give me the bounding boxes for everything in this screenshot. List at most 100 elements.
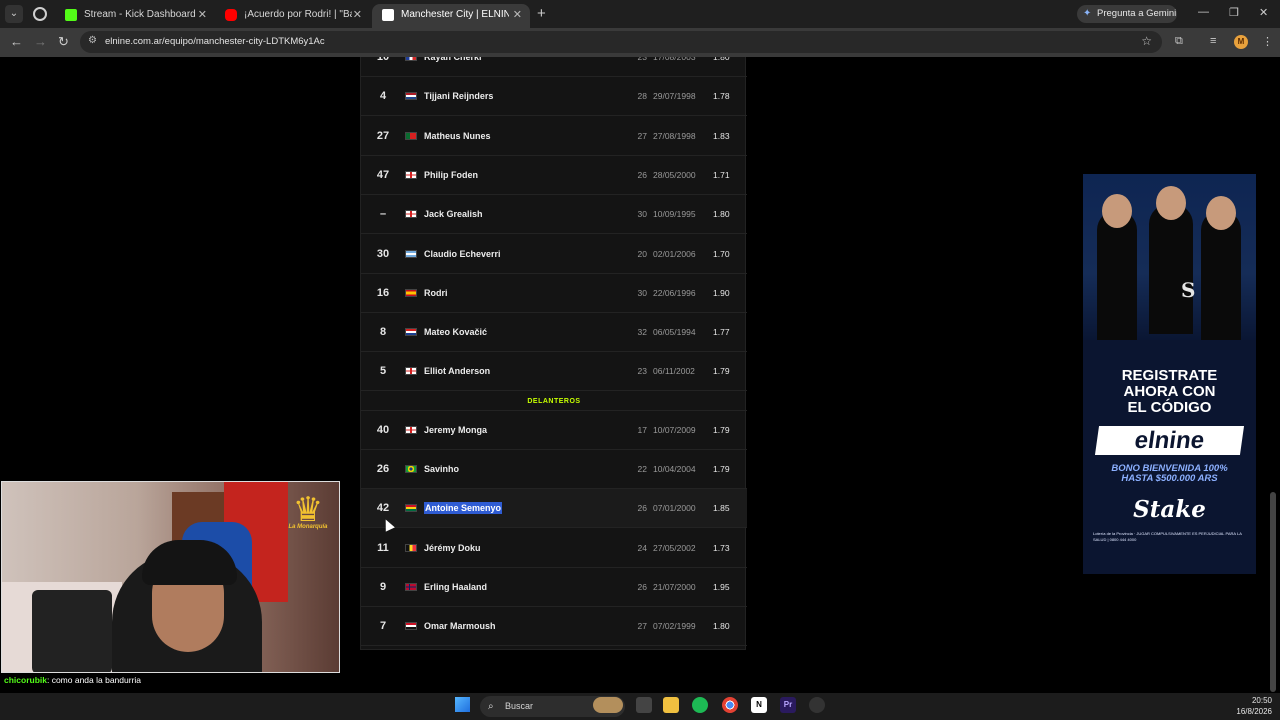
close-tab-icon[interactable]: ✕ <box>198 8 207 21</box>
player-row[interactable]: 10 Rayan Cherki 23 17/08/2003 1.80 <box>361 57 747 77</box>
player-birth-date: 07/01/2000 <box>653 503 696 514</box>
ad-legal-footer: Lotería de la Provincia · JUGAR COMPULSI… <box>1093 531 1242 542</box>
player-name-link[interactable]: Matheus Nunes <box>424 117 491 156</box>
back-arrow-icon[interactable]: ← <box>10 34 23 49</box>
tab-youtube-rodri[interactable]: ¡Acuerdo por Rodri! | "Barça ya ✕ <box>215 4 370 28</box>
country-flag-icon <box>405 249 417 258</box>
player-name-link[interactable]: Antoine Semenyo <box>424 502 503 515</box>
spotify-icon[interactable] <box>692 697 708 713</box>
player-name-link[interactable]: Rodri <box>424 274 448 313</box>
player-row[interactable]: 42 Antoine Semenyo 26 07/01/2000 1.85 <box>361 489 747 529</box>
country-flag-icon <box>405 328 417 337</box>
player-row[interactable]: 30 Claudio Echeverri 20 02/01/2006 1.70 <box>361 235 747 274</box>
ad-person-head <box>1102 194 1132 228</box>
ask-gemini-button[interactable]: ✦ Pregunta a Gemini <box>1077 5 1177 23</box>
extensions-icon[interactable]: ⧉ <box>1175 35 1183 48</box>
windows-start-icon[interactable] <box>455 697 470 712</box>
player-row[interactable]: 4 Tijjani Reijnders 28 29/07/1998 1.78 <box>361 77 747 117</box>
ad-person-head <box>1206 196 1236 230</box>
player-row[interactable]: 26 Savinho 22 10/04/2004 1.79 <box>361 450 747 489</box>
tab-kick-dashboard[interactable]: Stream - Kick Dashboard ✕ <box>55 4 215 28</box>
player-age: 24 <box>637 542 647 553</box>
url-text[interactable]: elnine.com.ar/equipo/manchester-city-LDT… <box>105 36 325 47</box>
player-row[interactable]: 11 Jérémy Doku 24 27/05/2002 1.73 <box>361 529 747 568</box>
player-row[interactable]: 16 Rodri 30 22/06/1996 1.90 <box>361 274 747 313</box>
player-height: 1.95 <box>713 581 730 592</box>
player-row[interactable]: 8 Mateo Kovačić 32 06/05/1994 1.77 <box>361 313 747 353</box>
task-view-icon[interactable] <box>636 697 652 713</box>
player-name-link[interactable]: Claudio Echeverri <box>424 235 501 274</box>
player-birth-date: 27/05/2002 <box>653 542 696 553</box>
player-birth-date: 06/11/2002 <box>653 366 695 377</box>
whatsapp-icon[interactable] <box>33 7 47 21</box>
maximize-icon[interactable]: ❐ <box>1229 6 1239 19</box>
player-number: 26 <box>376 463 390 475</box>
player-row[interactable]: 40 Jeremy Monga 17 10/07/2009 1.79 <box>361 411 747 450</box>
stake-advertisement[interactable]: S REGISTRATE AHORA CON EL CÓDIGO elnine … <box>1083 174 1256 574</box>
player-name-link[interactable]: Jack Grealish <box>424 195 483 234</box>
obs-icon[interactable] <box>809 697 825 713</box>
close-window-icon[interactable]: ✕ <box>1259 6 1268 19</box>
player-height: 1.73 <box>713 542 730 553</box>
player-row[interactable]: 27 Matheus Nunes 27 27/08/1998 1.83 <box>361 117 747 156</box>
page-scrollbar[interactable] <box>1270 492 1276 692</box>
player-age: 22 <box>637 464 647 474</box>
search-highlight-icon[interactable] <box>593 697 623 713</box>
chat-username[interactable]: chicorubik <box>4 675 47 685</box>
tab-manchester-city-elnine[interactable]: Manchester City | ELNINE ✕ <box>372 4 530 28</box>
file-explorer-icon[interactable] <box>663 697 679 713</box>
player-row[interactable]: – Jack Grealish 30 10/09/1995 1.80 <box>361 195 747 235</box>
country-flag-icon <box>405 504 417 513</box>
reload-icon[interactable]: ↻ <box>58 34 69 50</box>
system-clock[interactable]: 20:50 16/8/2026 <box>1228 695 1272 717</box>
new-tab-plus-icon[interactable]: + <box>537 5 546 22</box>
clock-date: 16/8/2026 <box>1236 707 1272 716</box>
player-birth-date: 17/08/2003 <box>653 57 696 62</box>
bookmark-star-icon[interactable]: ☆ <box>1141 34 1152 48</box>
player-name-link[interactable]: Elliot Anderson <box>424 352 490 391</box>
player-row[interactable]: 47 Philip Foden 26 28/05/2000 1.71 <box>361 156 747 195</box>
player-name-link[interactable]: Tijjani Reijnders <box>424 77 493 116</box>
player-birth-date: 10/09/1995 <box>653 209 696 220</box>
country-flag-icon <box>405 170 417 179</box>
forward-arrow-icon[interactable]: → <box>34 34 47 49</box>
player-height: 1.71 <box>713 169 730 180</box>
notion-icon[interactable]: N <box>751 697 767 713</box>
streamer-webcam: ♛ La Monarquía <box>1 481 340 673</box>
player-height: 1.80 <box>713 209 730 220</box>
player-name-link[interactable]: Jeremy Monga <box>424 411 487 450</box>
reading-list-icon[interactable]: ≡ <box>1210 35 1216 47</box>
player-name-link[interactable]: Savinho <box>424 450 459 489</box>
close-tab-icon[interactable]: ✕ <box>513 8 522 21</box>
stake-s-logo-icon: S <box>1181 278 1196 302</box>
profile-avatar[interactable]: M <box>1234 35 1248 49</box>
site-info-icon[interactable]: ⚙ <box>88 35 97 46</box>
player-name-link[interactable]: Philip Foden <box>424 156 478 195</box>
tab-search-chevron-icon[interactable]: ⌄ <box>5 5 23 23</box>
close-tab-icon[interactable]: ✕ <box>353 8 362 21</box>
player-row[interactable]: 5 Elliot Anderson 23 06/11/2002 1.79 <box>361 352 747 392</box>
player-age: 26 <box>637 169 647 180</box>
player-row[interactable]: 7 Omar Marmoush 27 07/02/1999 1.80 <box>361 607 747 647</box>
ad-bonus-text: BONO BIENVENIDA 100% HASTA $500.000 ARS <box>1111 463 1228 484</box>
player-birth-date: 10/04/2004 <box>653 464 696 474</box>
premiere-pro-icon[interactable]: Pr <box>780 697 796 713</box>
chrome-icon[interactable] <box>722 697 738 713</box>
menu-kebab-icon[interactable]: ⋮ <box>1262 35 1273 48</box>
player-age: 26 <box>637 503 647 514</box>
player-name-link[interactable]: Mateo Kovačić <box>424 313 487 352</box>
ad-person <box>1149 204 1193 334</box>
player-number: 16 <box>376 286 390 299</box>
player-name-link[interactable]: Rayan Cherki <box>424 57 482 77</box>
address-bar[interactable]: ⚙ elnine.com.ar/equipo/manchester-city-L… <box>80 31 1162 53</box>
player-name-link[interactable]: Jérémy Doku <box>424 529 481 568</box>
player-number: 11 <box>377 541 389 554</box>
browser-tab-bar: ⌄ Stream - Kick Dashboard ✕ ¡Acuerdo por… <box>0 0 1280 28</box>
player-name-link[interactable]: Omar Marmoush <box>424 607 496 646</box>
player-name-link[interactable]: Erling Haaland <box>424 568 487 607</box>
minimize-icon[interactable]: — <box>1198 6 1209 18</box>
player-row[interactable]: 9 Erling Haaland 26 21/07/2000 1.95 <box>361 568 747 607</box>
player-birth-date: 02/01/2006 <box>653 248 696 259</box>
player-age: 30 <box>637 209 647 220</box>
gemini-sparkle-icon: ✦ <box>1083 8 1092 19</box>
